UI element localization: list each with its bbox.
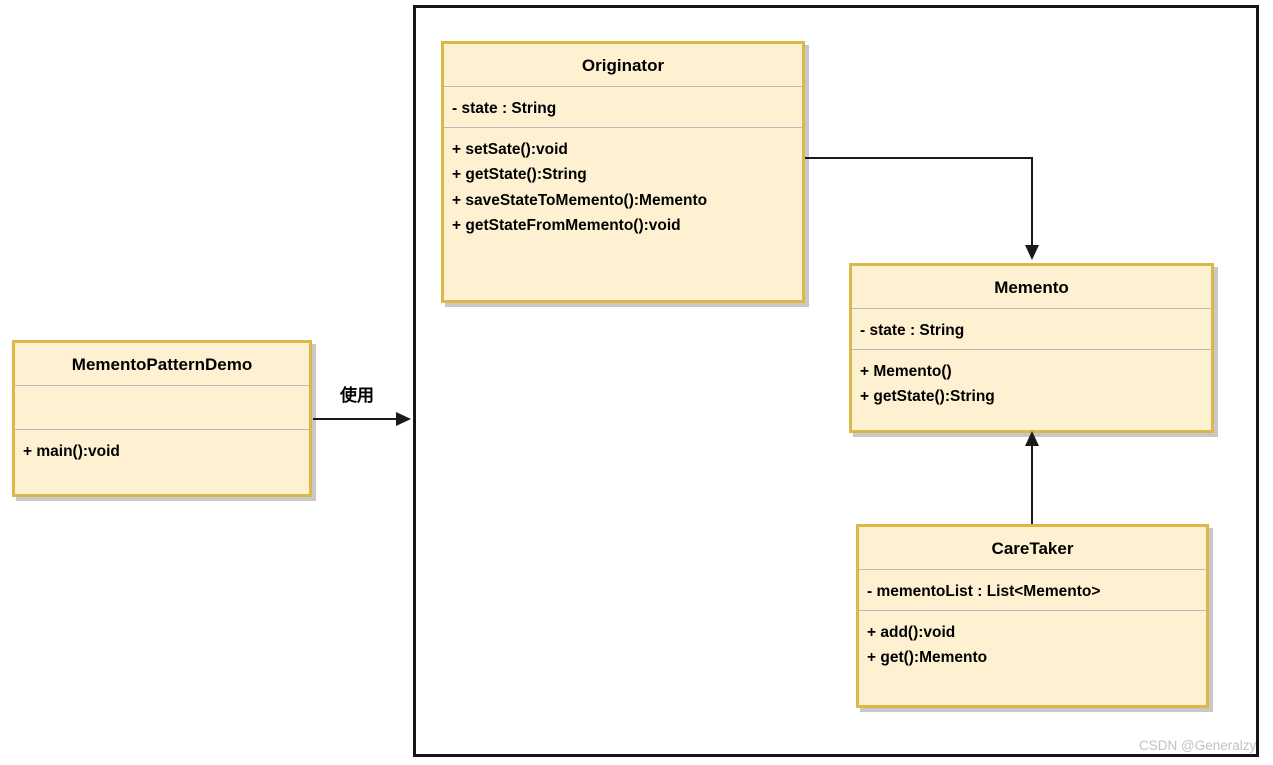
arrow-up-icon bbox=[1025, 431, 1039, 446]
method-item: + Memento() bbox=[860, 363, 952, 380]
methods-compartment-caretaker: + add():void + get():Memento bbox=[859, 611, 1206, 680]
class-title-memento: Memento bbox=[852, 266, 1211, 309]
method-item: + saveStateToMemento():Memento bbox=[452, 191, 708, 209]
attributes-compartment-memento-pattern-demo bbox=[15, 386, 309, 430]
attribute-item: - state : String bbox=[860, 322, 965, 339]
attributes-compartment-caretaker: - mementoList : List<Memento> bbox=[859, 570, 1206, 611]
class-title-caretaker: CareTaker bbox=[859, 527, 1206, 570]
connector-label-usage: 使用 bbox=[340, 386, 374, 405]
method-item: + main():void bbox=[23, 443, 120, 460]
methods-compartment-memento: + Memento() + getState():String bbox=[852, 350, 1211, 419]
attributes-compartment-originator: - state : String bbox=[444, 87, 802, 128]
watermark-text: CSDN @Generalzy bbox=[1139, 738, 1257, 753]
methods-compartment-memento-pattern-demo: + main():void bbox=[15, 430, 309, 473]
arrow-right-icon bbox=[396, 412, 411, 426]
method-item: + getState():String bbox=[452, 166, 587, 184]
class-box-caretaker[interactable]: CareTaker - mementoList : List<Memento> … bbox=[856, 524, 1209, 708]
class-title-originator: Originator bbox=[444, 44, 802, 87]
attribute-item: - mementoList : List<Memento> bbox=[867, 583, 1101, 600]
connector-demo-to-package-line bbox=[313, 418, 397, 420]
connector-originator-to-memento-horizontal bbox=[805, 157, 1033, 159]
class-box-originator[interactable]: Originator - state : String + setSate():… bbox=[441, 41, 805, 303]
method-item: + add():void bbox=[867, 624, 956, 641]
method-item: + getState():String bbox=[860, 388, 995, 406]
class-box-memento-pattern-demo[interactable]: MementoPatternDemo + main():void bbox=[12, 340, 312, 497]
class-title-memento-pattern-demo: MementoPatternDemo bbox=[15, 343, 309, 386]
arrow-down-icon bbox=[1025, 245, 1039, 260]
method-item: + get():Memento bbox=[867, 649, 988, 667]
methods-compartment-originator: + setSate():void + getState():String + s… bbox=[444, 128, 802, 247]
connector-caretaker-to-memento-vertical bbox=[1031, 444, 1033, 524]
method-item: + setSate():void bbox=[452, 141, 568, 158]
attribute-item: - state : String bbox=[452, 100, 557, 117]
method-item: + getStateFromMemento():void bbox=[452, 216, 681, 234]
class-box-memento[interactable]: Memento - state : String + Memento() + g… bbox=[849, 263, 1214, 433]
attributes-compartment-memento: - state : String bbox=[852, 309, 1211, 350]
connector-originator-to-memento-vertical bbox=[1031, 157, 1033, 247]
diagram-canvas: MementoPatternDemo + main():void Origina… bbox=[0, 0, 1273, 765]
